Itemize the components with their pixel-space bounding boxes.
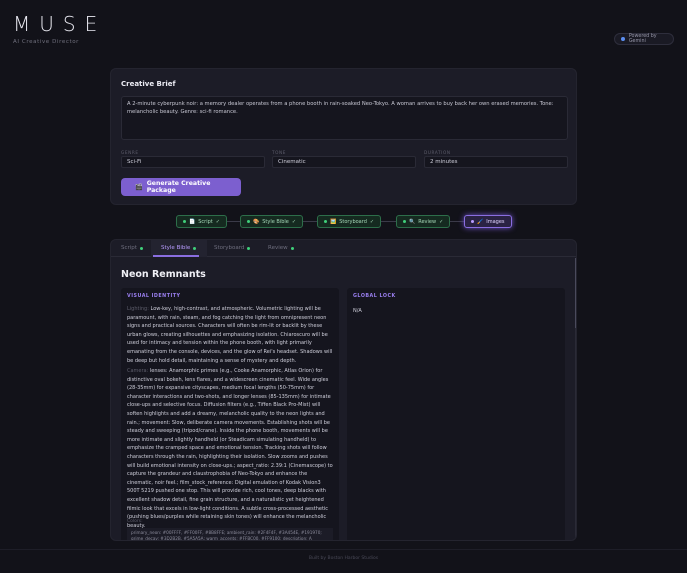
check-icon: ✓	[215, 218, 220, 225]
colors-key: Colors:	[127, 519, 143, 524]
tone-field[interactable]: Cinematic	[272, 156, 416, 168]
genre-label: GENRE	[121, 150, 139, 155]
step-label: Style Bible	[262, 218, 289, 225]
step-label: Review	[418, 218, 437, 225]
genre-field[interactable]: Sci-Fi	[121, 156, 265, 168]
tab-style-bible[interactable]: Style Bible	[161, 245, 197, 251]
camera-paragraph: Camera: lenses: Anamorphic primes (e.g.,…	[127, 367, 333, 530]
complete-dot-icon	[247, 246, 251, 250]
step-status-dot-icon	[471, 220, 474, 223]
step-script[interactable]: 📄 Script ✓	[176, 215, 227, 228]
status-dot-icon	[621, 37, 625, 41]
document-icon: 📄	[189, 218, 196, 225]
step-connector	[450, 221, 464, 222]
footer-credit: Built by Boston Harbor Studios	[308, 556, 379, 561]
creative-brief-panel: Creative Brief A 2-minute cyberpunk noir…	[110, 68, 577, 205]
duration-field[interactable]: 2 minutes	[424, 156, 568, 168]
app-header: MUSE AI Creative Director	[13, 12, 106, 45]
step-label: Storyboard	[339, 218, 367, 225]
camera-text: lenses: Anamorphic primes (e.g., Cooke A…	[127, 368, 333, 529]
global-lock-heading: GLOBAL LOCK	[353, 294, 396, 299]
camera-key: Camera:	[127, 368, 149, 374]
check-icon: ✓	[369, 218, 375, 225]
generate-button-label: Generate Creative Package	[146, 180, 211, 194]
global-lock-value: N/A	[353, 308, 362, 314]
generate-button[interactable]: 🎬 Generate Creative Package	[121, 178, 241, 196]
tab-label: Style Bible	[161, 245, 191, 251]
app-logo: MUSE	[13, 12, 107, 36]
tab-label: Script	[121, 245, 137, 251]
check-icon: ✓	[439, 218, 444, 225]
lighting-paragraph: Lighting: Low-key, high-contrast, and at…	[127, 305, 333, 365]
complete-dot-icon	[139, 246, 143, 250]
visual-identity-card: VISUAL IDENTITY Lighting: Low-key, high-…	[121, 288, 339, 540]
step-images[interactable]: 🖌️ Images	[464, 215, 512, 228]
complete-dot-icon	[290, 246, 294, 250]
results-panel: Script Style Bible Storyboard Review Neo…	[110, 239, 577, 541]
brief-title: Creative Brief	[121, 80, 176, 88]
powered-by-badge: Powered by Gemini	[614, 33, 674, 45]
footer-divider	[0, 549, 687, 550]
visual-identity-heading: VISUAL IDENTITY	[127, 294, 181, 299]
step-connector	[227, 221, 240, 222]
app-tagline: AI Creative Director	[13, 39, 80, 45]
step-connector	[381, 221, 396, 222]
results-tabbar: Script Style Bible Storyboard Review	[111, 240, 576, 257]
magnifier-icon: 🔍	[409, 218, 416, 225]
tab-review[interactable]: Review	[268, 245, 294, 251]
active-tab-underline	[153, 255, 199, 257]
global-lock-card: GLOBAL LOCK N/A	[347, 288, 565, 540]
step-status-dot-icon	[247, 220, 250, 223]
style-bible-title: Neon Remnants	[121, 269, 206, 280]
tab-script[interactable]: Script	[121, 245, 143, 251]
lighting-text: Low-key, high-contrast, and atmospheric.…	[127, 306, 333, 364]
tab-storyboard[interactable]: Storyboard	[214, 245, 251, 251]
complete-dot-icon	[193, 246, 197, 250]
step-status-dot-icon	[183, 220, 186, 223]
scrollbar-thumb[interactable]	[575, 258, 576, 328]
step-review[interactable]: 🔍 Review ✓	[396, 215, 450, 228]
brush-icon: 🖌️	[477, 218, 484, 225]
tab-label: Storyboard	[214, 245, 245, 251]
tab-label: Review	[268, 245, 288, 251]
check-icon: ✓	[291, 218, 297, 225]
tone-label: TONE	[272, 150, 287, 155]
colors-text: primary_neon: #00FFFF, #FF00FF, #8B8FFE;…	[127, 528, 333, 540]
clapperboard-icon: 🎬	[135, 184, 143, 191]
step-status-dot-icon	[403, 220, 406, 223]
step-connector	[303, 221, 317, 222]
palette-icon: 🎨	[253, 218, 260, 225]
powered-by-label: Powered by Gemini	[628, 34, 657, 44]
duration-label: DURATION	[424, 150, 451, 155]
picture-icon: 🖼️	[330, 218, 337, 225]
step-label: Script	[198, 218, 213, 225]
brief-prompt-textarea[interactable]: A 2-minute cyberpunk noir: a memory deal…	[121, 96, 568, 140]
lighting-key: Lighting:	[127, 306, 149, 312]
step-status-dot-icon	[324, 220, 327, 223]
step-label: Images	[486, 218, 505, 225]
step-style-bible[interactable]: 🎨 Style Bible ✓	[240, 215, 303, 228]
step-storyboard[interactable]: 🖼️ Storyboard ✓	[317, 215, 381, 228]
panel-scrollbar[interactable]	[575, 258, 576, 540]
